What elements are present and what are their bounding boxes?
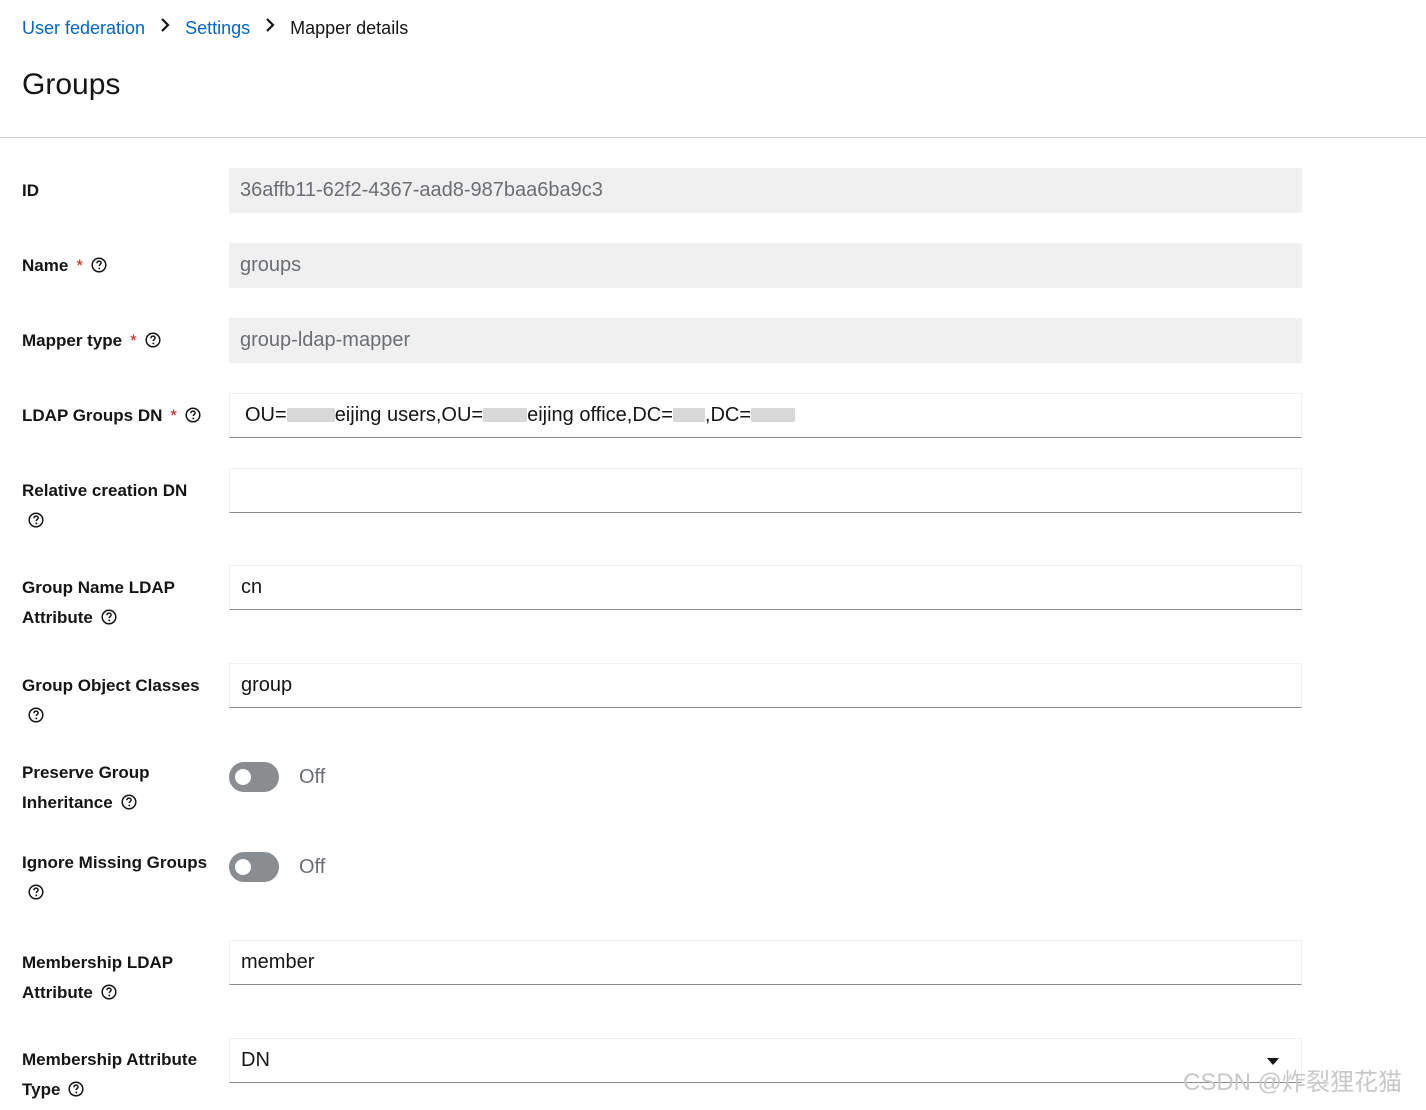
ignore-missing-groups-state: Off — [299, 856, 326, 878]
select-value: DN — [241, 1049, 270, 1071]
help-circle-icon[interactable] — [28, 707, 44, 723]
name-label: Name * — [22, 251, 217, 281]
preserve-group-inheritance-switch[interactable] — [229, 762, 279, 792]
breadcrumb: User federation Settings Mapper details — [22, 16, 408, 40]
required-marker: * — [76, 256, 83, 275]
id-label: ID — [22, 181, 39, 200]
group-name-ldap-attribute-label: Group Name LDAP Attribute — [22, 578, 176, 627]
group-object-classes-input[interactable] — [229, 663, 1302, 708]
help-circle-icon[interactable] — [28, 512, 44, 528]
dn-segment: OU= — [245, 404, 287, 426]
breadcrumb-current: Mapper details — [290, 18, 409, 38]
membership-ldap-attribute-label: Membership LDAP Attribute — [22, 953, 174, 1002]
relative-creation-dn-label: Relative creation DN — [22, 476, 217, 528]
breadcrumb-user-federation[interactable]: User federation — [22, 16, 145, 40]
redacted-block — [483, 408, 528, 422]
help-circle-icon[interactable] — [185, 407, 201, 423]
chevron-right-icon — [156, 16, 174, 40]
help-circle-icon[interactable] — [101, 609, 117, 625]
membership-ldap-attribute-input[interactable] — [229, 940, 1302, 985]
ldap-groups-dn-label: LDAP Groups DN * — [22, 401, 217, 431]
dn-segment: ,DC= — [704, 404, 752, 426]
relative-creation-dn-input[interactable] — [229, 468, 1302, 513]
membership-attribute-type-select[interactable]: DN — [229, 1038, 1302, 1083]
help-circle-icon[interactable] — [28, 884, 44, 900]
redacted-block — [286, 408, 335, 422]
mapper-type-label: Mapper type * — [22, 326, 217, 356]
help-circle-icon[interactable] — [145, 332, 161, 348]
name-field — [229, 243, 1302, 288]
preserve-group-inheritance-state: Off — [299, 766, 326, 788]
ldap-groups-dn-input[interactable]: OU= eijing users,OU= eijing office,DC= ,DC= — [229, 393, 1302, 438]
dn-segment: eijing users,OU= — [334, 404, 484, 426]
membership-attribute-type-label: Membership Attribute Type — [22, 1050, 198, 1099]
chevron-right-icon — [261, 16, 279, 40]
required-marker: * — [170, 406, 178, 425]
page-title: Groups — [22, 68, 121, 101]
preserve-group-inheritance-label: Preserve Group Inheritance — [22, 763, 150, 812]
help-circle-icon[interactable] — [68, 1081, 84, 1097]
help-circle-icon[interactable] — [91, 257, 107, 273]
redacted-block — [751, 408, 796, 422]
group-object-classes-label: Group Object Classes — [22, 671, 217, 723]
caret-down-icon — [1267, 1058, 1279, 1065]
id-field — [229, 168, 1302, 213]
help-circle-icon[interactable] — [101, 984, 117, 1000]
required-marker: * — [130, 331, 137, 350]
ignore-missing-groups-label: Ignore Missing Groups — [22, 848, 217, 900]
watermark: CSDN @炸裂狸花猫 — [1183, 1069, 1403, 1096]
dn-segment: eijing office,DC= — [527, 404, 673, 426]
ignore-missing-groups-switch[interactable] — [229, 852, 279, 882]
breadcrumb-settings[interactable]: Settings — [185, 16, 250, 40]
page-header: User federation Settings Mapper details … — [0, 0, 1426, 138]
help-circle-icon[interactable] — [121, 794, 137, 810]
group-name-ldap-attribute-input[interactable] — [229, 565, 1302, 610]
mapper-type-field — [229, 318, 1302, 363]
switch-knob — [235, 859, 251, 875]
redacted-block — [672, 408, 705, 422]
switch-knob — [235, 769, 251, 785]
